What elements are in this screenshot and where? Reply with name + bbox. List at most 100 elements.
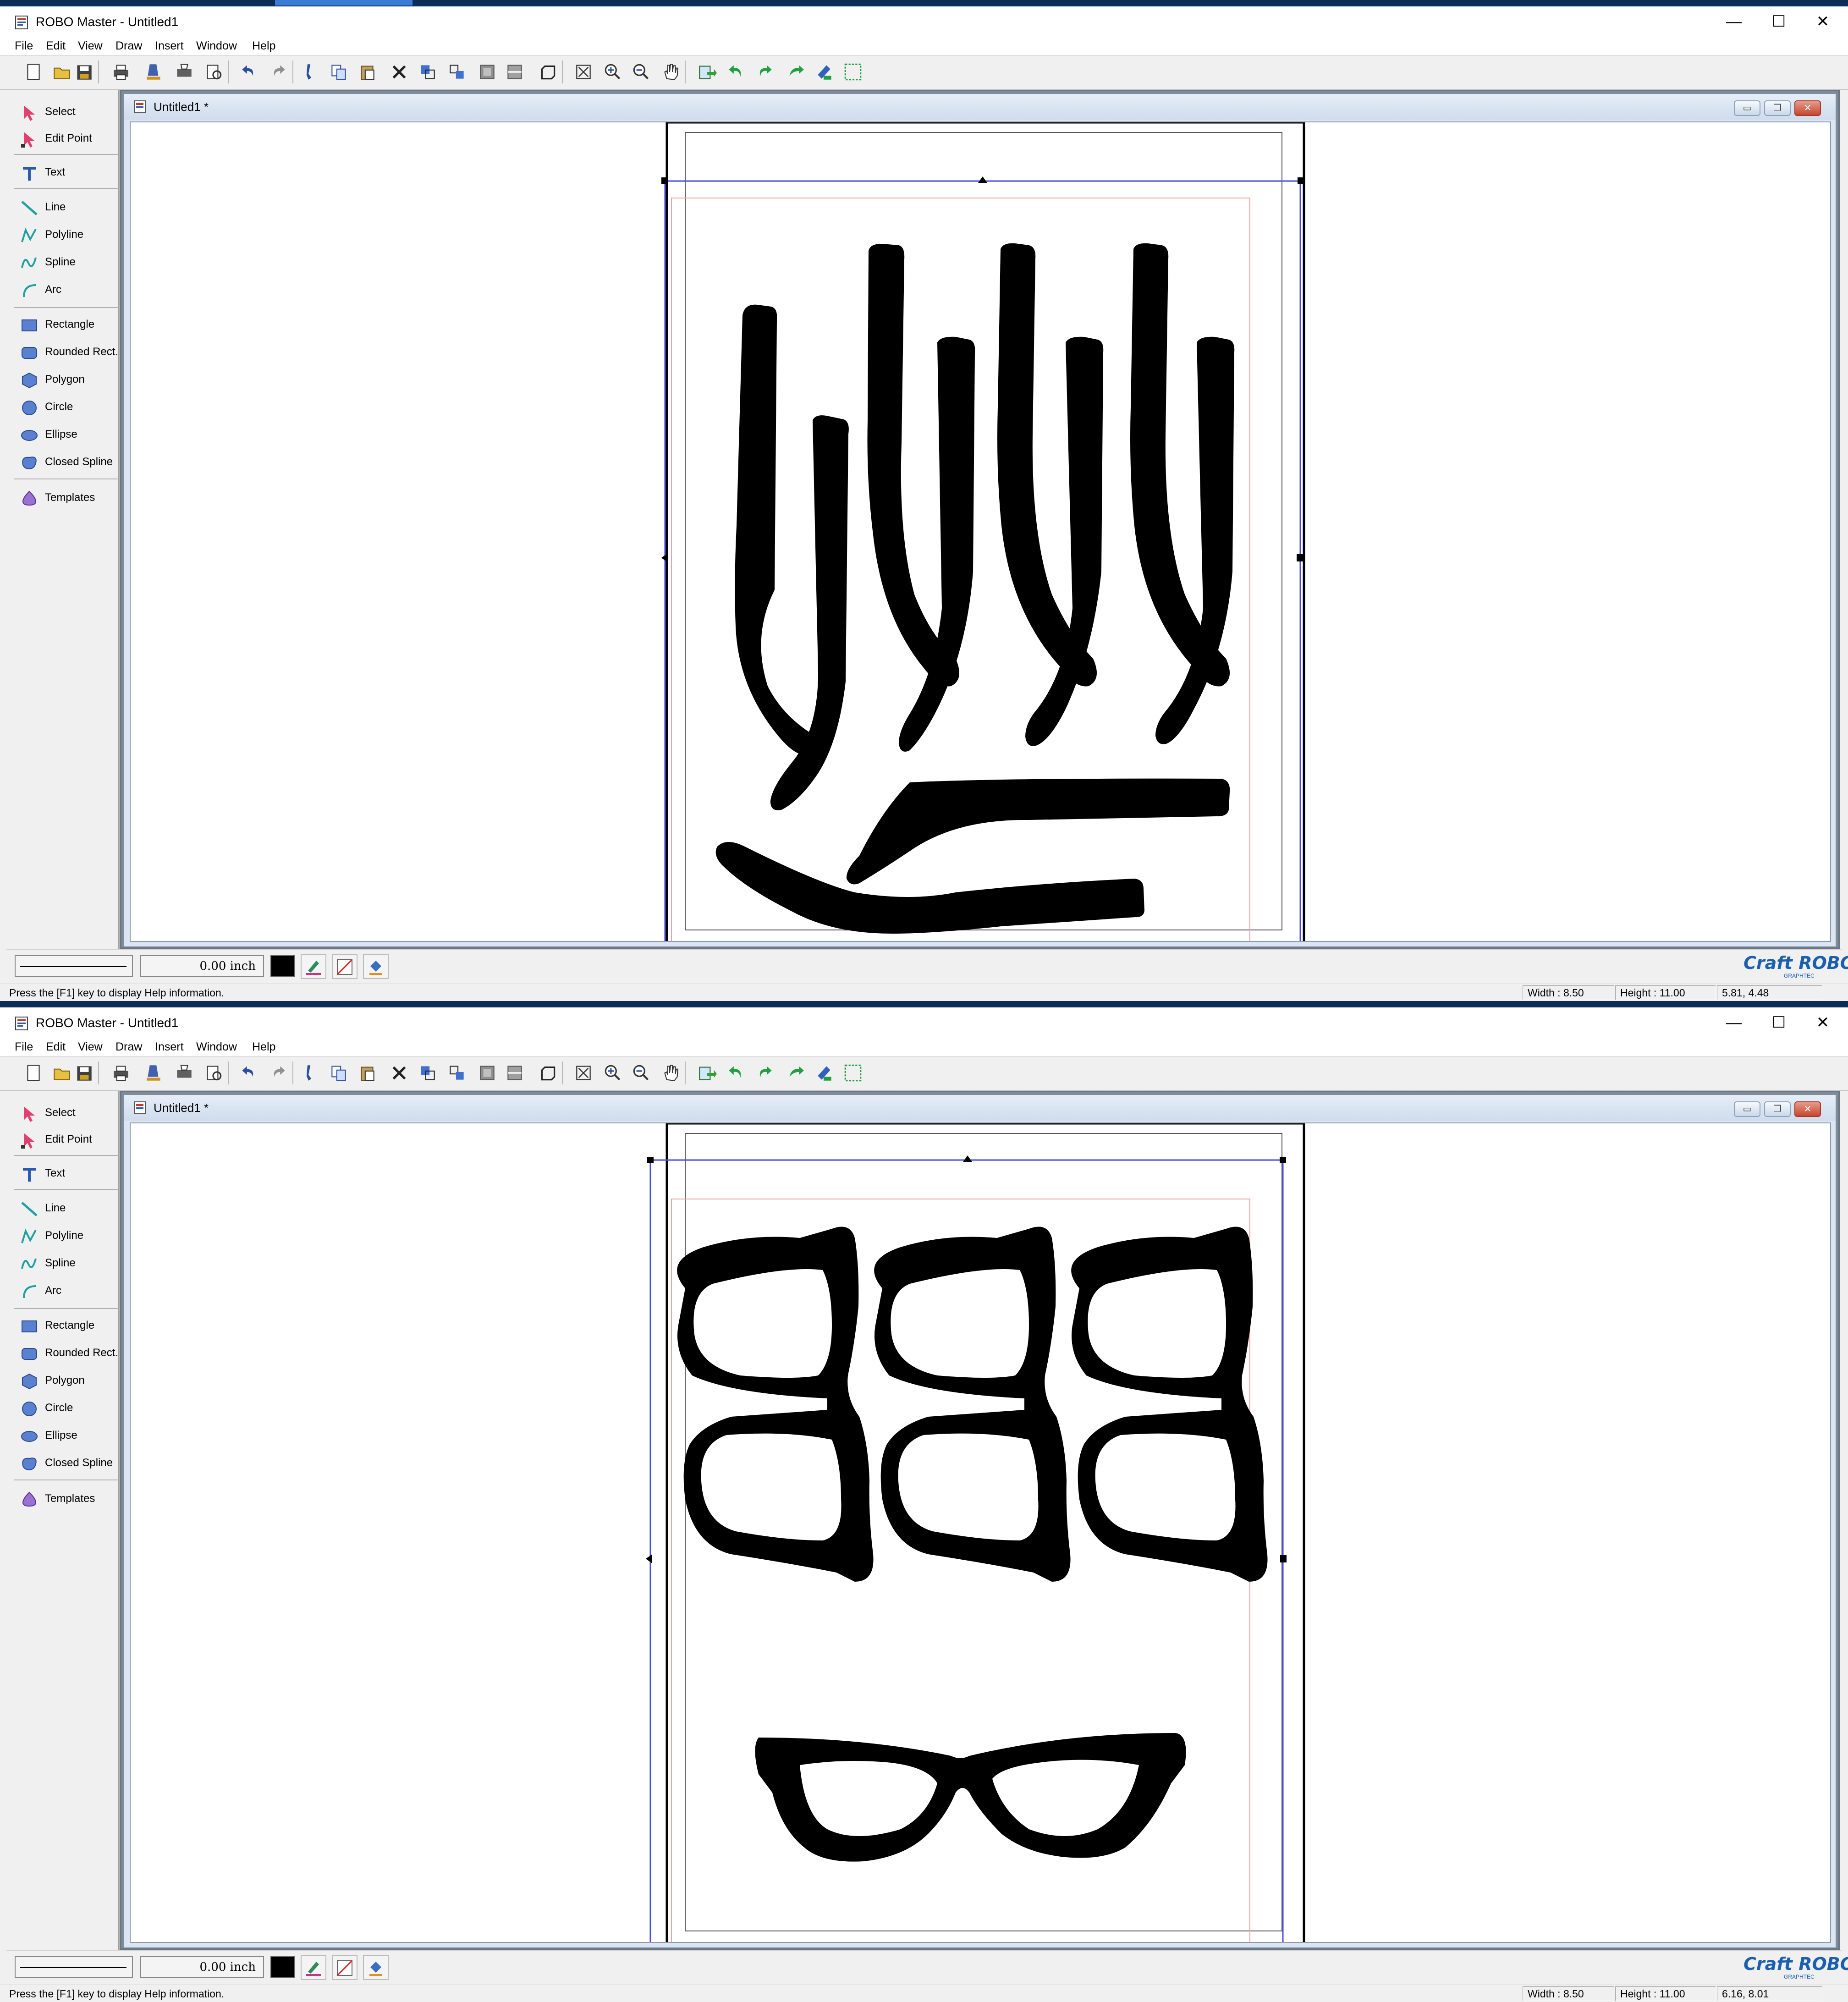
tool-closed-spline[interactable]: Closed Spline: [11, 449, 117, 475]
open-button[interactable]: [51, 1062, 72, 1084]
tool-spline[interactable]: Spline: [11, 249, 117, 275]
maximize-button[interactable]: ☐: [1763, 10, 1795, 33]
side-handle-right[interactable]: [1297, 554, 1303, 561]
selection-handle[interactable]: [661, 177, 668, 184]
selection-handle[interactable]: [1280, 1157, 1286, 1163]
line-style-selector[interactable]: [15, 1956, 133, 1978]
save-button[interactable]: [73, 1062, 94, 1084]
line-color-button[interactable]: [301, 954, 326, 979]
registration-marks-button[interactable]: [842, 61, 864, 82]
tool-edit-point[interactable]: Edit Point: [11, 126, 117, 151]
zoom-in-button[interactable]: [602, 61, 623, 82]
tool-rounded-rect[interactable]: Rounded Rect.: [11, 339, 118, 365]
align-button[interactable]: [477, 61, 498, 82]
delete-button[interactable]: [389, 61, 410, 82]
trace-button[interactable]: [814, 1062, 835, 1084]
tool-edit-point[interactable]: Edit Point: [11, 1127, 117, 1152]
tool-arc[interactable]: Arc: [11, 277, 117, 302]
new-button[interactable]: [23, 61, 44, 82]
tool-rectangle[interactable]: Rectangle: [11, 1313, 117, 1338]
tool-spline[interactable]: Spline: [11, 1250, 117, 1276]
zoom-all-button[interactable]: [573, 61, 594, 82]
print-button[interactable]: [110, 1062, 131, 1084]
tool-templates[interactable]: Templates: [11, 485, 117, 511]
tool-polygon[interactable]: Polygon: [11, 367, 117, 392]
zoom-out-button[interactable]: [631, 1062, 652, 1084]
undo-button[interactable]: [238, 61, 259, 82]
menu-window[interactable]: Window: [196, 37, 237, 55]
doc-minimize-button[interactable]: ▭: [1734, 100, 1760, 116]
save-button[interactable]: [73, 61, 94, 82]
close-button[interactable]: ✕: [1807, 1011, 1839, 1034]
copy-button[interactable]: [328, 1062, 349, 1084]
group-button[interactable]: [417, 1062, 438, 1084]
menu-view[interactable]: View: [78, 1038, 103, 1056]
ungroup-button[interactable]: [446, 1062, 468, 1084]
selection-handle[interactable]: [1298, 177, 1304, 184]
menu-edit[interactable]: Edit: [46, 1038, 66, 1056]
pan-button[interactable]: [660, 61, 681, 82]
paste-button[interactable]: [357, 1062, 378, 1084]
print-button[interactable]: [110, 61, 131, 82]
selection-handle[interactable]: [647, 1157, 654, 1163]
fill-color-swatch[interactable]: [270, 1956, 295, 1978]
flip-button[interactable]: [785, 61, 806, 82]
tool-templates[interactable]: Templates: [11, 1486, 117, 1512]
menu-draw[interactable]: Draw: [116, 1038, 142, 1056]
doc-close-button[interactable]: ✕: [1794, 1101, 1821, 1117]
doc-restore-button[interactable]: ❐: [1764, 100, 1791, 116]
close-button[interactable]: ✕: [1807, 10, 1839, 33]
side-handle-left[interactable]: [646, 1554, 652, 1563]
maximize-button[interactable]: ☐: [1763, 1011, 1795, 1034]
tool-circle[interactable]: Circle: [11, 394, 117, 420]
distribute-button[interactable]: [504, 1062, 525, 1084]
tool-select[interactable]: Select: [11, 99, 117, 125]
rotate-right-button[interactable]: [754, 61, 776, 82]
tool-select[interactable]: Select: [11, 1100, 117, 1126]
line-style-selector[interactable]: [15, 955, 133, 977]
fill-color-swatch[interactable]: [270, 955, 295, 977]
copy-button[interactable]: [328, 61, 349, 82]
tool-rounded-rect[interactable]: Rounded Rect.: [11, 1340, 118, 1366]
menu-insert[interactable]: Insert: [155, 1038, 184, 1056]
menu-help[interactable]: Help: [252, 37, 275, 55]
doc-restore-button[interactable]: ❐: [1764, 1101, 1791, 1117]
minimize-button[interactable]: —: [1718, 10, 1750, 33]
zoom-all-button[interactable]: [573, 1062, 594, 1084]
tool-line[interactable]: Line: [11, 194, 117, 220]
tool-circle[interactable]: Circle: [11, 1395, 117, 1421]
bring-front-button[interactable]: [537, 1062, 558, 1084]
registration-marks-button[interactable]: [842, 1062, 864, 1084]
print-preview-button[interactable]: [204, 61, 225, 82]
tool-ellipse[interactable]: Ellipse: [11, 1423, 117, 1448]
tool-polygon[interactable]: Polygon: [11, 1368, 117, 1393]
doc-close-button[interactable]: ✕: [1794, 100, 1821, 116]
paste-button[interactable]: [357, 61, 378, 82]
plot-button[interactable]: [173, 61, 194, 82]
menu-file[interactable]: File: [15, 37, 33, 55]
rotate-left-button[interactable]: [725, 61, 746, 82]
tool-polyline[interactable]: Polyline: [11, 222, 117, 248]
zoom-in-button[interactable]: [602, 1062, 623, 1084]
pan-button[interactable]: [660, 1062, 681, 1084]
tool-closed-spline[interactable]: Closed Spline: [11, 1450, 117, 1476]
no-fill-button[interactable]: [332, 1955, 358, 1980]
doc-minimize-button[interactable]: ▭: [1734, 1101, 1760, 1117]
plot-button[interactable]: [173, 1062, 194, 1084]
tool-line[interactable]: Line: [11, 1195, 117, 1221]
tool-polyline[interactable]: Polyline: [11, 1223, 117, 1248]
import-button[interactable]: [696, 61, 717, 82]
open-button[interactable]: [51, 61, 72, 82]
fill-bucket-button[interactable]: [363, 954, 389, 979]
menu-draw[interactable]: Draw: [116, 37, 142, 55]
redo-button[interactable]: [268, 61, 289, 82]
cut-settings-button[interactable]: [143, 1062, 164, 1084]
tool-arc[interactable]: Arc: [11, 1278, 117, 1304]
menu-view[interactable]: View: [78, 37, 103, 55]
group-button[interactable]: [417, 61, 438, 82]
rotate-right-button[interactable]: [754, 1062, 776, 1084]
drawing-canvas[interactable]: [130, 121, 1831, 942]
tool-ellipse[interactable]: Ellipse: [11, 422, 117, 447]
delete-button[interactable]: [389, 1062, 410, 1084]
line-color-button[interactable]: [301, 1955, 326, 1980]
